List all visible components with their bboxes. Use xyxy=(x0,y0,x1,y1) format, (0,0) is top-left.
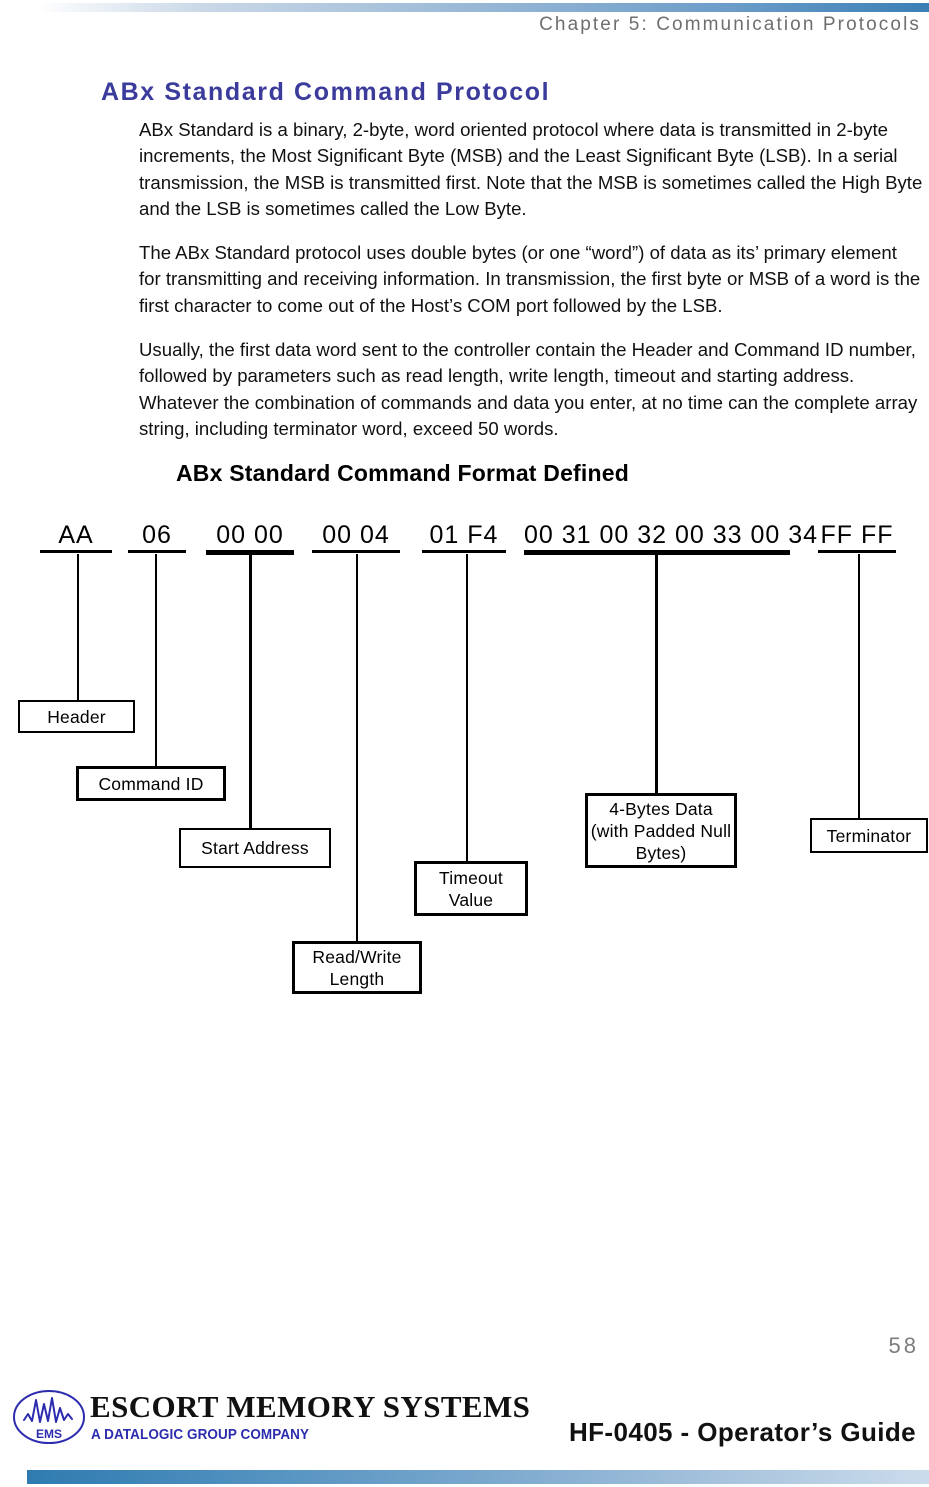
hex-underline-header xyxy=(40,550,112,553)
connector-header xyxy=(77,554,79,702)
hex-underline-command-id xyxy=(128,550,186,553)
label-text-timeout-value-line-2: Value xyxy=(448,889,494,910)
hex-field-command-id: 06 xyxy=(128,522,186,553)
connector-timeout-value xyxy=(466,554,468,868)
connector-start-address xyxy=(249,554,253,830)
connector-terminator xyxy=(858,554,860,820)
connector-four-bytes-data xyxy=(655,554,659,794)
hex-underline-terminator xyxy=(818,550,896,553)
hex-value-timeout-value: 01 F4 xyxy=(429,521,499,549)
body-text-column: ABx Standard is a binary, 2-byte, word o… xyxy=(139,117,923,460)
label-text-start-address: Start Address xyxy=(201,838,309,858)
hex-underline-timeout-value xyxy=(422,550,506,553)
top-accent-bar xyxy=(35,3,929,12)
label-text-command-id: Command ID xyxy=(98,773,204,794)
paragraph-3: Usually, the first data word sent to the… xyxy=(139,339,918,439)
label-text-four-bytes-data-line-3: Bytes) xyxy=(635,842,687,863)
connector-read-write-length xyxy=(356,554,358,944)
hex-value-header: AA xyxy=(58,521,94,549)
chapter-running-header: Chapter 5: Communication Protocols xyxy=(539,14,921,35)
hex-value-start-address: 00 00 xyxy=(216,521,284,549)
paragraph-2: The ABx Standard protocol uses double by… xyxy=(139,242,921,316)
hex-field-read-write-length: 00 04 xyxy=(312,522,400,553)
connector-command-id xyxy=(155,554,157,768)
ems-logo-icon: EMS xyxy=(13,1390,85,1444)
label-text-read-write-length-line-2: Length xyxy=(329,968,385,989)
company-logo: EMS ESCORT MEMORY SYSTEMS A DATALOGIC GR… xyxy=(12,1386,530,1466)
label-text-terminator: Terminator xyxy=(826,825,912,846)
hex-field-four-bytes-data: 00 31 00 32 00 33 00 34 xyxy=(524,522,817,555)
label-text-timeout-value-line-1: Timeout xyxy=(439,867,503,888)
bottom-accent-bar xyxy=(27,1470,929,1484)
hex-underline-read-write-length xyxy=(312,550,400,553)
hex-value-four-bytes-data: 00 31 00 32 00 33 00 34 xyxy=(524,521,819,549)
hex-field-timeout-value: 01 F4 xyxy=(422,522,506,553)
command-format-diagram: ABx Standard Command Format Defined AA 0… xyxy=(0,450,929,994)
label-text-read-write-length-line-1: Read/Write xyxy=(312,946,402,967)
label-text-four-bytes-data-line-2: (with Padded Null xyxy=(590,820,732,841)
label-text-four-bytes-data-line-1: 4-Bytes Data xyxy=(609,798,713,819)
diagram-title: ABx Standard Command Format Defined xyxy=(176,460,629,486)
hex-field-header: AA xyxy=(40,522,112,553)
label-box-four-bytes-data: 4-Bytes Data (with Padded Null Bytes) xyxy=(585,793,737,868)
company-name: ESCORT MEMORY SYSTEMS xyxy=(90,1389,531,1424)
hex-value-terminator: FF FF xyxy=(820,521,894,549)
label-box-start-address: Start Address xyxy=(179,828,331,868)
page-title: ABx Standard Command Protocol xyxy=(101,77,551,106)
label-box-header: Header xyxy=(18,700,135,733)
guide-title: HF-0405 - Operator’s Guide xyxy=(568,1417,916,1447)
ems-logo-text: EMS xyxy=(36,1427,62,1441)
hex-field-start-address: 00 00 xyxy=(206,522,294,555)
label-box-timeout-value: Timeout Value xyxy=(414,861,528,916)
label-box-terminator: Terminator xyxy=(810,818,928,853)
label-box-read-write-length: Read/Write Length xyxy=(292,941,422,994)
hex-value-read-write-length: 00 04 xyxy=(322,521,390,549)
paragraph-1: ABx Standard is a binary, 2-byte, word o… xyxy=(139,119,923,219)
page-number: 58 xyxy=(888,1333,919,1358)
hex-field-terminator: FF FF xyxy=(818,522,896,553)
label-text-header: Header xyxy=(47,706,106,727)
label-box-command-id: Command ID xyxy=(76,766,226,801)
hex-value-command-id: 06 xyxy=(142,521,172,549)
company-tagline: A DATALOGIC GROUP COMPANY xyxy=(91,1427,310,1443)
